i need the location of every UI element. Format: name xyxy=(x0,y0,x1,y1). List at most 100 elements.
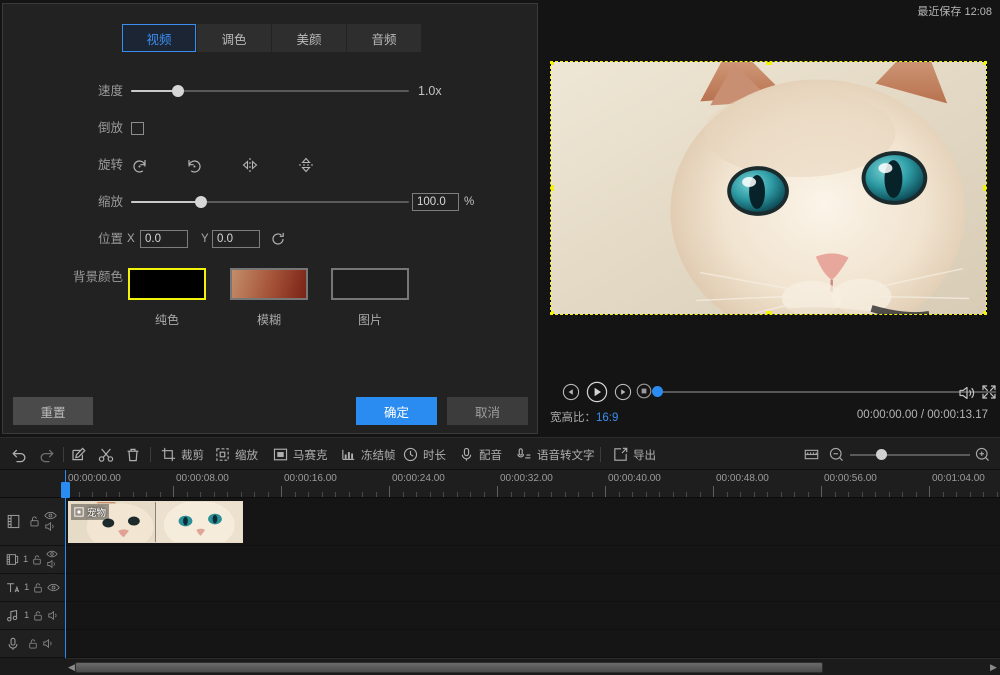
undo-button[interactable] xyxy=(10,438,28,471)
freeze-frame-button[interactable]: 冻结帧 xyxy=(340,438,396,471)
play-button[interactable] xyxy=(586,381,608,408)
cancel-button[interactable]: 取消 xyxy=(447,397,528,425)
resize-handle-top-left[interactable] xyxy=(551,62,554,65)
timeline-zoom-slider-track[interactable] xyxy=(850,454,970,456)
track-lane-text[interactable] xyxy=(65,574,1000,602)
position-y-input[interactable]: 0.0 xyxy=(212,230,260,248)
resize-handle-top-right[interactable] xyxy=(983,62,986,65)
ruler-minor-tick xyxy=(983,492,984,497)
resize-handle-bottom-left[interactable] xyxy=(551,311,554,314)
ruler-minor-tick xyxy=(861,492,863,497)
bg-swatch-image[interactable] xyxy=(331,268,409,300)
delete-button[interactable] xyxy=(124,438,142,471)
voiceover-button[interactable]: 配音 xyxy=(458,438,502,471)
cut-button[interactable] xyxy=(97,438,115,471)
timeline-clip[interactable]: 宠物 xyxy=(68,501,243,543)
reset-button[interactable]: 重置 xyxy=(13,397,93,425)
track-header-overlay[interactable]: 1 xyxy=(0,546,65,574)
clip-thumbnail-2 xyxy=(155,502,242,542)
track-lane-video[interactable]: 宠物 xyxy=(65,498,1000,546)
track-header-text[interactable]: 1 xyxy=(0,574,65,602)
stop-button[interactable] xyxy=(636,383,652,404)
next-frame-button[interactable] xyxy=(614,383,632,406)
zoom-in-button[interactable] xyxy=(974,438,991,471)
ruler-label-4: 00:00:32.00 xyxy=(500,473,553,484)
video-preview-frame[interactable] xyxy=(550,61,987,315)
mosaic-button[interactable]: 马赛克 xyxy=(272,438,328,471)
position-reset-icon[interactable] xyxy=(267,228,289,250)
tab-audio[interactable]: 音频 xyxy=(347,24,421,52)
track-lane-overlay[interactable] xyxy=(65,546,1000,574)
eye-icon-overlay xyxy=(46,550,58,558)
scale-slider[interactable] xyxy=(131,187,409,217)
speed-slider[interactable] xyxy=(131,76,409,106)
track-lane-voiceover[interactable] xyxy=(65,630,1000,658)
flip-horizontal-icon[interactable] xyxy=(239,154,261,176)
toolbar-separator-1 xyxy=(63,447,64,462)
resize-handle-middle-left[interactable] xyxy=(551,185,554,191)
rotate-ccw-icon[interactable] xyxy=(129,154,151,176)
seek-bar-track[interactable] xyxy=(656,391,996,393)
position-x-input[interactable]: 0.0 xyxy=(140,230,188,248)
ruler-label-2: 00:00:16.00 xyxy=(284,473,337,484)
timeline-ruler[interactable]: 00:00:00.00 00:00:08.00 00:00:16.00 00:0… xyxy=(0,470,1000,498)
speech-to-text-button[interactable]: 语音转文字 xyxy=(516,438,595,471)
edit-button[interactable] xyxy=(70,438,88,471)
bg-swatch-blur[interactable] xyxy=(230,268,308,300)
volume-icon[interactable] xyxy=(956,383,976,408)
crop-button[interactable]: 裁剪 xyxy=(160,438,204,471)
speaker-icon-voiceover xyxy=(43,638,52,649)
ruler-major-tick xyxy=(713,486,714,497)
scale-button[interactable]: 缩放 xyxy=(214,438,258,471)
tab-video[interactable]: 视频 xyxy=(122,24,196,52)
ruler-minor-tick xyxy=(92,492,93,497)
track-header-voiceover[interactable] xyxy=(0,630,65,658)
track-number-text: 1 xyxy=(24,582,30,593)
playhead-handle[interactable] xyxy=(61,482,70,498)
tab-color[interactable]: 调色 xyxy=(197,24,271,52)
ruler-minor-tick xyxy=(402,492,404,497)
resize-handle-bottom-center[interactable] xyxy=(765,311,772,314)
ruler-minor-tick xyxy=(996,492,998,497)
scroll-right-arrow[interactable]: ▶ xyxy=(988,662,999,673)
scale-slider-thumb[interactable] xyxy=(194,196,207,208)
ruler-minor-tick xyxy=(794,492,795,497)
bg-option-image[interactable]: 图片 xyxy=(331,268,409,328)
crop-label: 裁剪 xyxy=(181,449,204,462)
voiceover-label: 配音 xyxy=(479,449,502,462)
redo-button[interactable] xyxy=(38,438,56,471)
zoom-out-button[interactable] xyxy=(828,438,845,471)
fit-to-window-button[interactable] xyxy=(803,438,820,471)
bg-option-solid[interactable]: 纯色 xyxy=(128,268,206,328)
playhead[interactable] xyxy=(61,470,70,658)
resize-handle-middle-right[interactable] xyxy=(983,185,986,191)
ruler-minor-tick xyxy=(456,492,458,497)
seek-bar-thumb[interactable] xyxy=(652,386,663,397)
track-header-music[interactable]: 1 xyxy=(0,602,65,630)
timeline-zoom-slider-thumb[interactable] xyxy=(876,449,887,460)
resize-handle-top-center[interactable] xyxy=(765,62,772,65)
scale-input[interactable]: 100.0 xyxy=(412,193,459,211)
speed-slider-thumb[interactable] xyxy=(172,85,185,97)
scrollbar-thumb[interactable] xyxy=(75,662,823,673)
undo-icon xyxy=(12,449,26,462)
export-button[interactable]: 导出 xyxy=(612,438,656,471)
ruler-minor-tick xyxy=(537,492,539,497)
duration-button[interactable]: 时长 xyxy=(402,438,446,471)
fullscreen-icon[interactable] xyxy=(980,383,998,406)
previous-frame-button[interactable] xyxy=(562,383,580,406)
tab-beauty[interactable]: 美颜 xyxy=(272,24,346,52)
ruler-minor-tick xyxy=(645,492,647,497)
confirm-button[interactable]: 确定 xyxy=(356,397,437,425)
track-lane-music[interactable] xyxy=(65,602,1000,630)
resize-handle-bottom-right[interactable] xyxy=(983,311,986,314)
bg-swatch-solid[interactable] xyxy=(128,268,206,300)
timeline-horizontal-scrollbar[interactable]: ◀ ▶ xyxy=(65,658,1000,675)
track-header-video[interactable] xyxy=(0,498,65,546)
timeline-panel: 00:00:00.00 00:00:08.00 00:00:16.00 00:0… xyxy=(0,470,1000,675)
ruler-minor-tick xyxy=(780,492,782,497)
rotate-cw-icon[interactable] xyxy=(183,154,205,176)
flip-vertical-icon[interactable] xyxy=(295,154,317,176)
bg-option-blur[interactable]: 模糊 xyxy=(230,268,308,328)
reverse-checkbox[interactable] xyxy=(131,122,144,135)
